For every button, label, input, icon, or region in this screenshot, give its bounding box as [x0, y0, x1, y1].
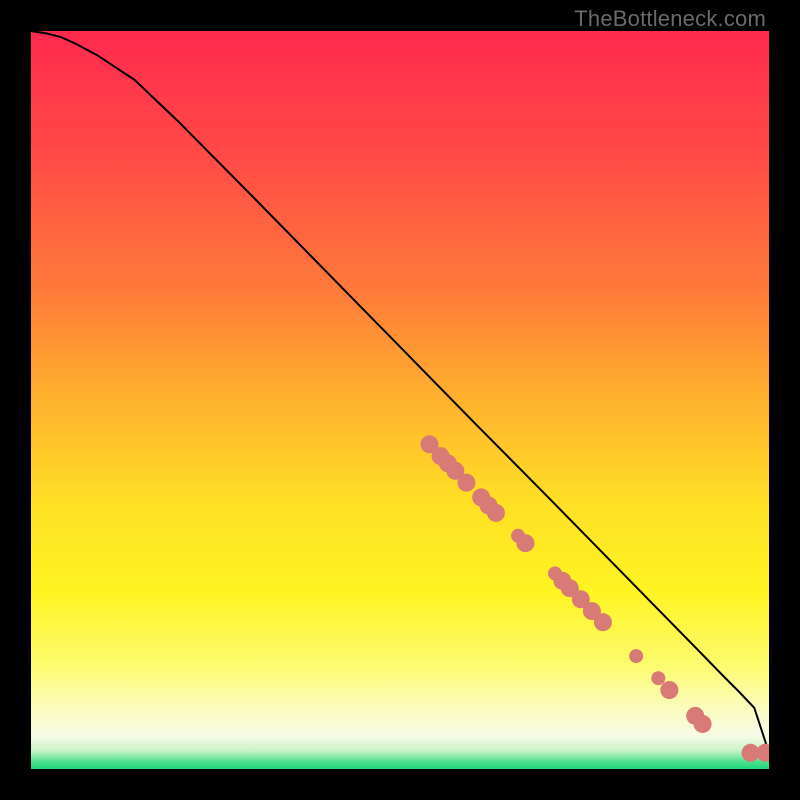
chart-stage: TheBottleneck.com	[0, 0, 800, 800]
chart-plot	[31, 31, 769, 769]
data-point	[516, 534, 534, 552]
data-point	[629, 649, 643, 663]
data-point	[651, 671, 665, 685]
watermark-text: TheBottleneck.com	[574, 6, 766, 32]
data-point	[487, 504, 505, 522]
data-point	[457, 474, 475, 492]
data-point	[694, 715, 712, 733]
data-point	[594, 613, 612, 631]
data-point	[660, 681, 678, 699]
chart-background	[31, 31, 769, 769]
